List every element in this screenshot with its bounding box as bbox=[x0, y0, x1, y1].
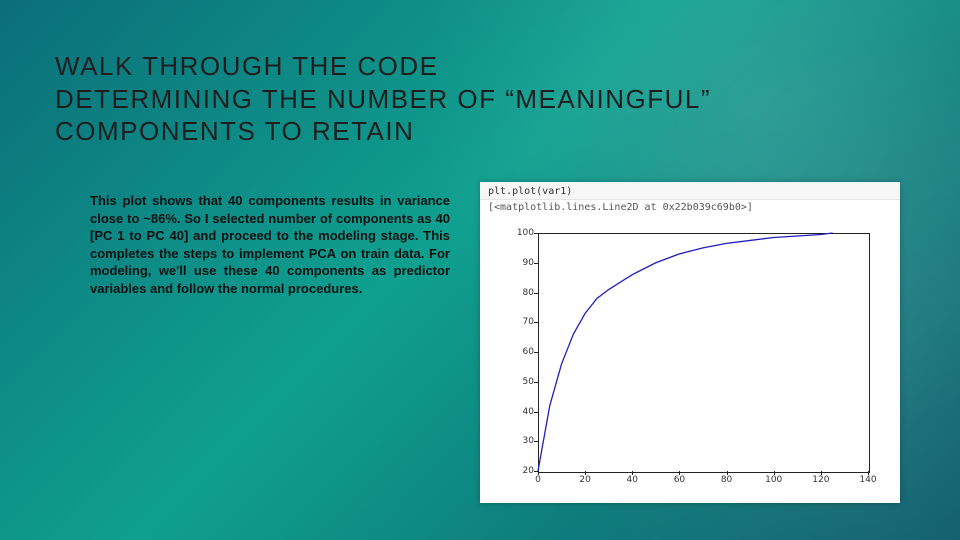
x-tick-label: 120 bbox=[812, 475, 829, 485]
x-tick-label: 60 bbox=[674, 475, 685, 485]
slide: WALK THROUGH THE CODEDETERMINING THE NUM… bbox=[0, 0, 960, 540]
x-tick-label: 20 bbox=[579, 475, 590, 485]
slide-title: WALK THROUGH THE CODEDETERMINING THE NUM… bbox=[55, 50, 900, 148]
code-output-line: [<matplotlib.lines.Line2D at 0x22b039c69… bbox=[480, 200, 900, 219]
y-tick-label: 80 bbox=[502, 288, 534, 298]
x-tick-label: 100 bbox=[765, 475, 782, 485]
chart-line bbox=[538, 233, 868, 471]
x-tick-label: 140 bbox=[859, 475, 876, 485]
y-tick-label: 40 bbox=[502, 407, 534, 417]
y-tick-label: 70 bbox=[502, 317, 534, 327]
code-cell-line: plt.plot(var1) bbox=[480, 182, 900, 200]
y-tick-label: 60 bbox=[502, 347, 534, 357]
slide-body-text: This plot shows that 40 components resul… bbox=[90, 192, 450, 297]
chart-area: 0204060801001201402030405060708090100 bbox=[500, 223, 880, 493]
y-tick-label: 30 bbox=[502, 436, 534, 446]
notebook-figure: plt.plot(var1) [<matplotlib.lines.Line2D… bbox=[480, 182, 900, 503]
y-tick-label: 90 bbox=[502, 258, 534, 268]
x-tick-label: 80 bbox=[721, 475, 732, 485]
x-tick-label: 40 bbox=[627, 475, 638, 485]
y-tick-label: 20 bbox=[502, 466, 534, 476]
y-tick-label: 50 bbox=[502, 377, 534, 387]
y-tick-label: 100 bbox=[502, 228, 534, 238]
x-tick-label: 0 bbox=[535, 475, 541, 485]
